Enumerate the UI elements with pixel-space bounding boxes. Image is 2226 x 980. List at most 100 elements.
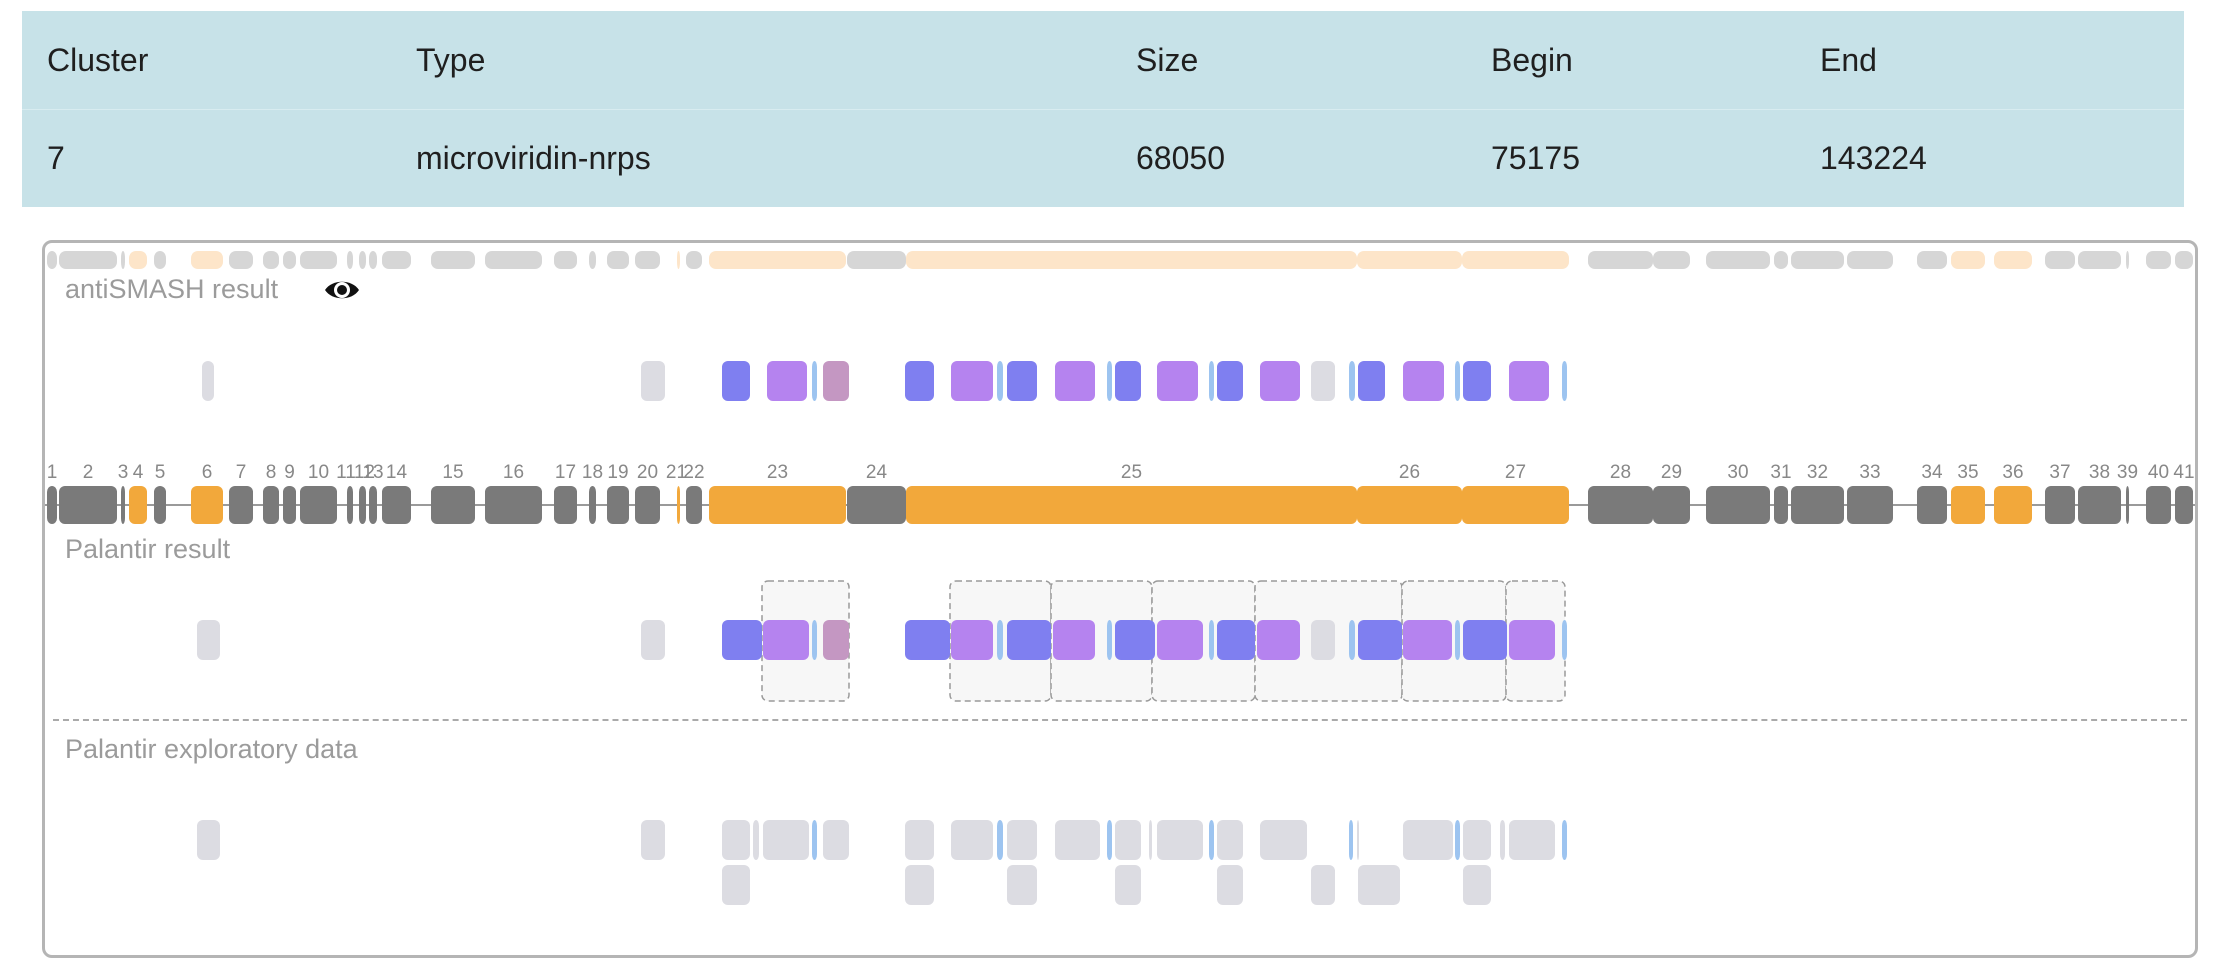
exploratory-domain[interactable] <box>1149 820 1152 860</box>
exploratory-domain-alt[interactable] <box>1115 865 1141 905</box>
overview-gene-17[interactable] <box>554 251 577 269</box>
gene-arrow-32[interactable] <box>1791 486 1844 524</box>
overview-gene-37[interactable] <box>2045 251 2075 269</box>
overview-gene-18[interactable] <box>589 251 596 269</box>
antismash-domain[interactable] <box>202 361 214 401</box>
exploratory-domain[interactable] <box>722 820 750 860</box>
antismash-domain[interactable] <box>1007 361 1037 401</box>
exploratory-domain[interactable] <box>1157 820 1203 860</box>
exploratory-domain-alt[interactable] <box>1217 865 1243 905</box>
antismash-domain[interactable] <box>641 361 665 401</box>
exploratory-domain[interactable] <box>905 820 934 860</box>
gene-arrow-11[interactable] <box>347 486 353 524</box>
palantir-domain[interactable] <box>1115 620 1155 660</box>
palantir-domain[interactable] <box>641 620 665 660</box>
overview-gene-10[interactable] <box>300 251 337 269</box>
gene-arrow-10[interactable] <box>300 486 337 524</box>
gene-arrow-4[interactable] <box>129 486 147 524</box>
gene-arrow-37[interactable] <box>2045 486 2075 524</box>
overview-gene-14[interactable] <box>382 251 411 269</box>
gene-arrow-14[interactable] <box>382 486 411 524</box>
gene-arrow-12[interactable] <box>359 486 366 524</box>
antismash-domain[interactable] <box>1349 361 1355 401</box>
gene-arrow-25[interactable] <box>906 486 1357 524</box>
overview-gene-23[interactable] <box>709 251 846 269</box>
gene-arrow-2[interactable] <box>59 486 117 524</box>
gene-arrow-18[interactable] <box>589 486 596 524</box>
palantir-domain[interactable] <box>1157 620 1203 660</box>
exploratory-domain[interactable] <box>1209 820 1214 860</box>
exploratory-domain[interactable] <box>1217 820 1243 860</box>
overview-gene-39[interactable] <box>2126 251 2129 269</box>
exploratory-domain-alt[interactable] <box>1007 865 1037 905</box>
overview-gene-29[interactable] <box>1653 251 1690 269</box>
palantir-domain[interactable] <box>1358 620 1402 660</box>
gene-arrow-15[interactable] <box>431 486 475 524</box>
palantir-domain[interactable] <box>1053 620 1095 660</box>
overview-gene-34[interactable] <box>1917 251 1947 269</box>
exploratory-domain[interactable] <box>1007 820 1037 860</box>
gene-arrow-7[interactable] <box>229 486 253 524</box>
palantir-domain[interactable] <box>1257 620 1300 660</box>
exploratory-domain[interactable] <box>1349 820 1353 860</box>
antismash-domain[interactable] <box>951 361 993 401</box>
overview-gene-38[interactable] <box>2078 251 2121 269</box>
overview-gene-26[interactable] <box>1357 251 1462 269</box>
gene-arrow-38[interactable] <box>2078 486 2121 524</box>
exploratory-domain[interactable] <box>197 820 220 860</box>
overview-gene-16[interactable] <box>485 251 542 269</box>
exploratory-domain-alt[interactable] <box>905 865 934 905</box>
overview-gene-35[interactable] <box>1951 251 1985 269</box>
antismash-domain[interactable] <box>1455 361 1460 401</box>
gene-arrow-29[interactable] <box>1653 486 1690 524</box>
overview-gene-15[interactable] <box>431 251 475 269</box>
exploratory-domain-alt[interactable] <box>1311 865 1335 905</box>
overview-gene-22[interactable] <box>686 251 702 269</box>
overview-gene-32[interactable] <box>1791 251 1844 269</box>
antismash-domain[interactable] <box>823 361 849 401</box>
overview-gene-19[interactable] <box>607 251 629 269</box>
exploratory-domain[interactable] <box>1562 820 1567 860</box>
antismash-domain[interactable] <box>1358 361 1385 401</box>
overview-gene-1[interactable] <box>47 251 57 269</box>
antismash-domain[interactable] <box>1157 361 1198 401</box>
exploratory-domain[interactable] <box>1455 820 1460 860</box>
palantir-domain[interactable] <box>1562 620 1567 660</box>
gene-arrow-34[interactable] <box>1917 486 1947 524</box>
antismash-domain[interactable] <box>812 361 817 401</box>
overview-gene-6[interactable] <box>191 251 223 269</box>
gene-arrow-5[interactable] <box>154 486 166 524</box>
overview-gene-8[interactable] <box>263 251 279 269</box>
exploratory-domain[interactable] <box>997 820 1003 860</box>
gene-arrow-35[interactable] <box>1951 486 1985 524</box>
overview-gene-4[interactable] <box>129 251 147 269</box>
exploratory-domain[interactable] <box>1509 820 1555 860</box>
gene-arrow-20[interactable] <box>635 486 660 524</box>
overview-gene-11[interactable] <box>347 251 353 269</box>
gene-arrow-19[interactable] <box>607 486 629 524</box>
exploratory-domain-alt[interactable] <box>1358 865 1400 905</box>
exploratory-domain[interactable] <box>823 820 849 860</box>
gene-arrow-23[interactable] <box>709 486 846 524</box>
overview-gene-36[interactable] <box>1994 251 2032 269</box>
palantir-domain[interactable] <box>1209 620 1214 660</box>
exploratory-domain[interactable] <box>1107 820 1112 860</box>
gene-arrow-1[interactable] <box>47 486 57 524</box>
palantir-domain[interactable] <box>1463 620 1507 660</box>
palantir-domain[interactable] <box>197 620 220 660</box>
overview-gene-20[interactable] <box>635 251 660 269</box>
overview-gene-31[interactable] <box>1774 251 1788 269</box>
gene-arrow-13[interactable] <box>369 486 377 524</box>
exploratory-domain[interactable] <box>1357 820 1359 860</box>
overview-gene-3[interactable] <box>121 251 125 269</box>
overview-gene-27[interactable] <box>1462 251 1569 269</box>
antismash-domain[interactable] <box>905 361 934 401</box>
gene-arrow-40[interactable] <box>2146 486 2171 524</box>
exploratory-domain[interactable] <box>812 820 817 860</box>
exploratory-domain[interactable] <box>641 820 665 860</box>
exploratory-domain[interactable] <box>753 820 759 860</box>
palantir-domain[interactable] <box>997 620 1003 660</box>
gene-arrow-21[interactable] <box>677 486 680 524</box>
antismash-domain[interactable] <box>1562 361 1567 401</box>
overview-gene-40[interactable] <box>2146 251 2171 269</box>
